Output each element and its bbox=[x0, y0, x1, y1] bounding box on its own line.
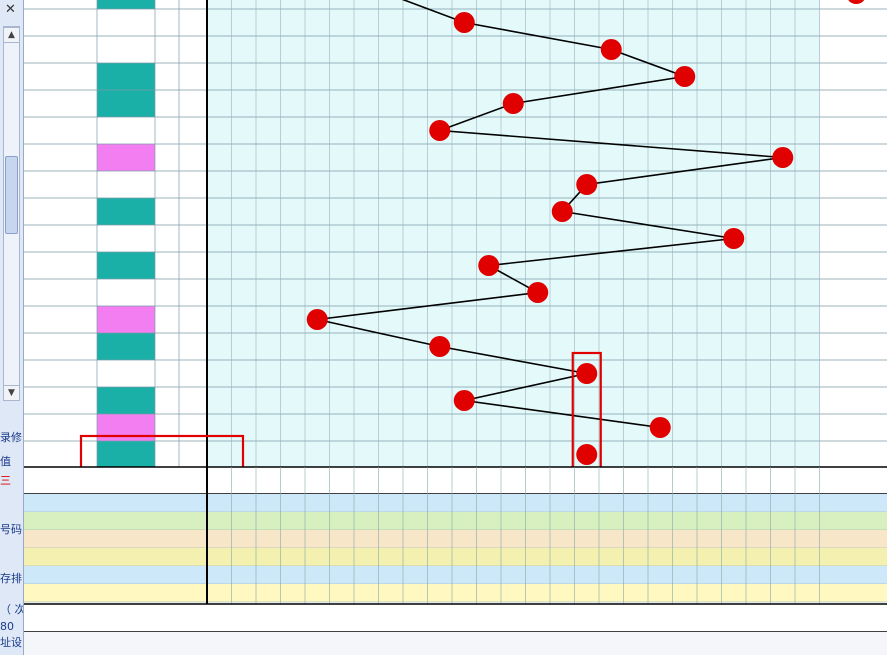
lottery-sum-trend-chart bbox=[24, 0, 887, 655]
number-cell-bg bbox=[97, 117, 155, 144]
bottom-strip bbox=[24, 632, 887, 655]
left-side-panel: ✕ ▲ ▼ 录修 值 三 号码 存排 （ 次 80 址设 bbox=[0, 0, 24, 655]
stats-row-bg bbox=[24, 530, 887, 548]
sum-ball bbox=[429, 336, 451, 357]
number-cell-bg bbox=[97, 225, 155, 252]
sum-ball bbox=[429, 120, 451, 141]
number-cell-bg bbox=[97, 360, 155, 387]
sum-ball bbox=[772, 147, 794, 168]
header-row-bg bbox=[24, 467, 887, 494]
sum-ball bbox=[502, 93, 524, 114]
sum-ball bbox=[527, 282, 549, 303]
miss-cells-bg bbox=[207, 117, 820, 144]
miss-cells-bg bbox=[207, 306, 820, 333]
sum-ball bbox=[306, 309, 328, 330]
left-label-1[interactable]: 录修 bbox=[0, 432, 22, 444]
partial-grid-bg bbox=[207, 0, 820, 9]
scrollbar-thumb[interactable] bbox=[5, 156, 18, 234]
number-cell-bg bbox=[97, 171, 155, 198]
number-cell-bg bbox=[97, 9, 155, 36]
number-cell-bg bbox=[97, 90, 155, 117]
scroll-down-button[interactable]: ▼ bbox=[3, 385, 20, 401]
sum-ball bbox=[649, 417, 671, 438]
miss-cells-bg bbox=[207, 279, 820, 306]
left-label-7: 80 bbox=[0, 620, 14, 633]
number-cell-bg bbox=[97, 252, 155, 279]
left-label-8[interactable]: 址设 bbox=[0, 637, 22, 649]
miss-cells-bg bbox=[207, 63, 820, 90]
scroll-up-button[interactable]: ▲ bbox=[3, 27, 20, 43]
stats-row-bg bbox=[24, 584, 887, 602]
miss-cells-bg bbox=[207, 198, 820, 225]
partial-number-bg bbox=[97, 0, 155, 9]
prediction-number-bg bbox=[97, 441, 155, 468]
miss-cells-bg bbox=[207, 360, 820, 387]
sum-ball bbox=[478, 255, 500, 276]
miss-cells-bg bbox=[207, 171, 820, 198]
number-cell-bg bbox=[97, 279, 155, 306]
sum-ball bbox=[576, 174, 598, 195]
number-cell-bg bbox=[97, 387, 155, 414]
sum-ball bbox=[453, 390, 475, 411]
left-label-2[interactable]: 值 bbox=[0, 456, 11, 468]
miss-cells-bg bbox=[207, 333, 820, 360]
sum-ball bbox=[674, 66, 696, 87]
prediction-ball bbox=[576, 444, 598, 465]
number-cell-bg bbox=[97, 63, 155, 90]
stats-row-bg bbox=[24, 548, 887, 566]
number-cell-bg bbox=[97, 198, 155, 225]
miss-cells-bg bbox=[207, 36, 820, 63]
left-label-6[interactable]: （ 次 bbox=[0, 604, 23, 616]
stats-row-bg bbox=[24, 494, 887, 512]
footer-row-bg bbox=[24, 604, 887, 632]
trend-grid-svg bbox=[24, 0, 887, 655]
prediction-grid-bg bbox=[207, 441, 820, 468]
miss-cells-bg bbox=[207, 252, 820, 279]
stats-row-bg bbox=[24, 566, 887, 584]
close-icon[interactable]: ✕ bbox=[5, 2, 16, 17]
sum-ball bbox=[576, 363, 598, 384]
number-cell-bg bbox=[97, 144, 155, 171]
sum-ball bbox=[600, 39, 622, 60]
number-cell-bg bbox=[97, 333, 155, 360]
sum-ball bbox=[453, 12, 475, 33]
number-cell-bg bbox=[97, 36, 155, 63]
miss-cells-bg bbox=[207, 387, 820, 414]
sum-ball bbox=[723, 228, 745, 249]
miss-cells-bg bbox=[207, 414, 820, 441]
left-label-3[interactable]: 三 bbox=[0, 475, 11, 487]
number-cell-bg bbox=[97, 306, 155, 333]
stats-row-bg bbox=[24, 512, 887, 530]
left-label-5[interactable]: 存排 bbox=[0, 573, 22, 585]
left-label-4[interactable]: 号码 bbox=[0, 524, 22, 536]
miss-cells-bg bbox=[207, 144, 820, 171]
sum-ball bbox=[551, 201, 573, 222]
